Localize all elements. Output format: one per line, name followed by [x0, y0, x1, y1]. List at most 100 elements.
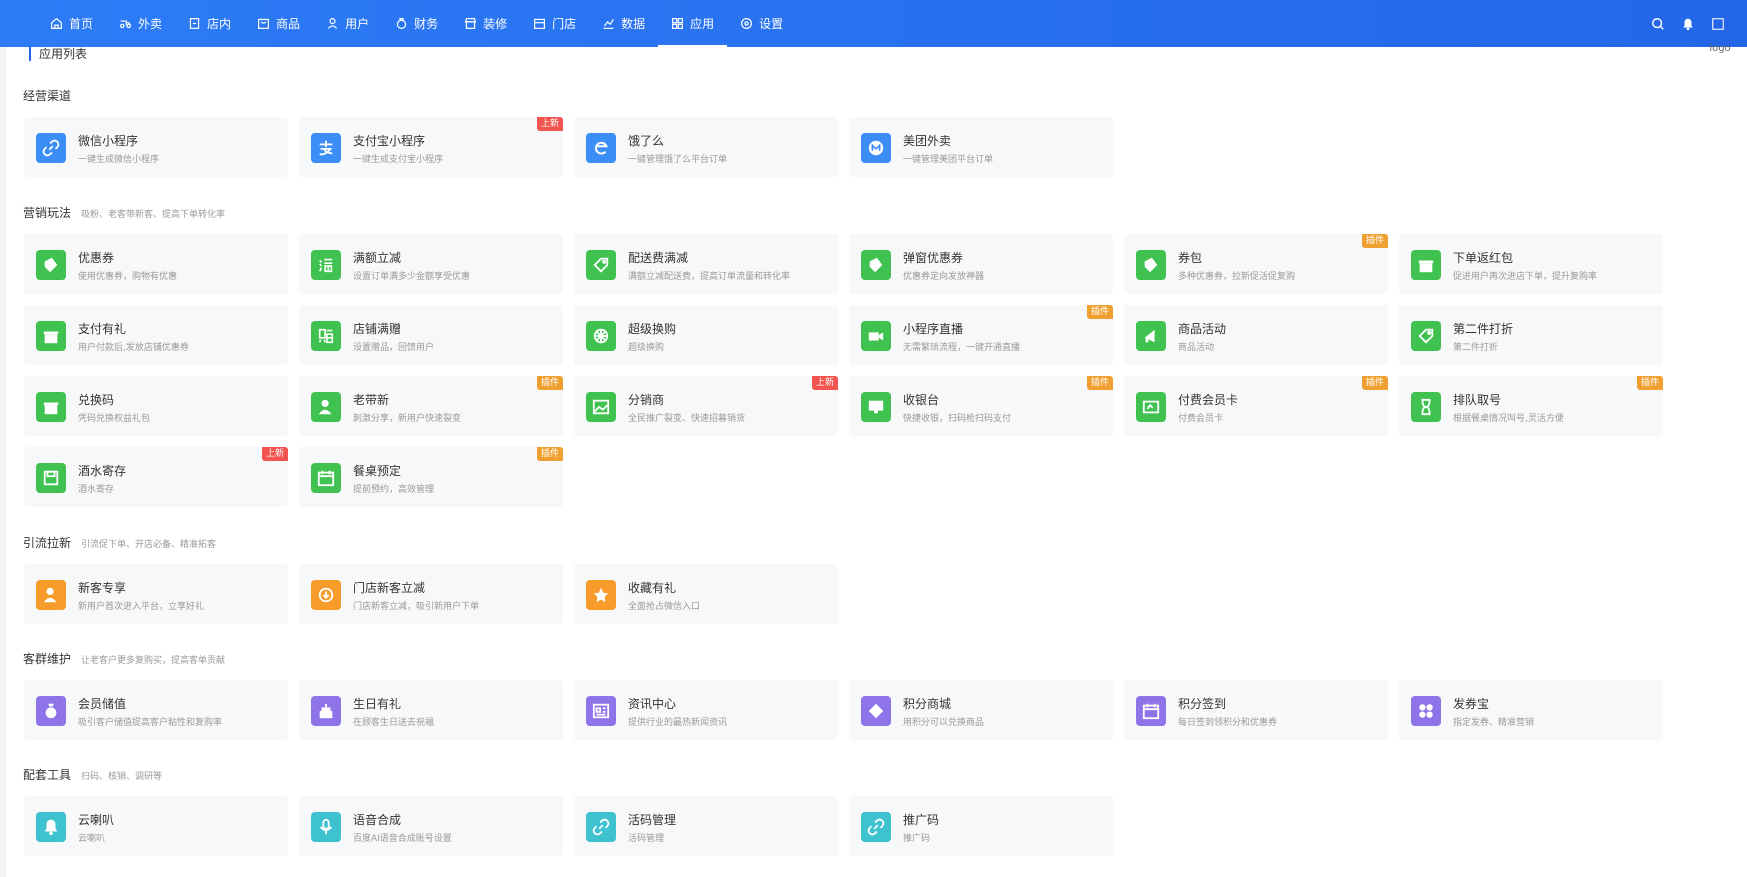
app-card-desc: 凭码兑换权益礼包 [78, 414, 151, 424]
app-card[interactable]: 积分签到 每日签到领积分和优惠券 [1124, 680, 1388, 740]
app-card-desc: 用户付款后,发放店铺优惠券 [78, 343, 189, 353]
app-card[interactable]: 会员储值 吸引客户储值提高客户粘性和复购率 [24, 680, 288, 740]
nav-item-home[interactable]: 首页 [37, 0, 106, 47]
app-card-desc: 无需繁琐流程，一键开通直播 [903, 343, 1021, 353]
app-card-desc: 超级换购 [628, 343, 665, 353]
app-card[interactable]: 餐桌预定 提前预约，高效管理 插件 [299, 447, 563, 507]
nav-label: 首页 [69, 17, 94, 31]
nav-item-finance[interactable]: 财务 [382, 0, 451, 47]
nav-item-settings[interactable]: 设置 [727, 0, 796, 47]
app-card-name: 饿了么 [628, 134, 665, 148]
app-card-name: 发券宝 [1453, 697, 1490, 711]
app-card-desc: 提前预约，高效管理 [353, 485, 435, 495]
app-card[interactable]: 发券宝 指定发券、精准营销 [1399, 680, 1663, 740]
app-card-desc: 用积分可以兑换商品 [903, 718, 985, 728]
avatar[interactable] [1711, 17, 1725, 31]
app-card[interactable]: 语音合成 百度AI语音合成账号设置 [299, 796, 563, 856]
search-icon[interactable] [1651, 17, 1665, 31]
app-card-desc: 付费会员卡 [1178, 414, 1224, 424]
bell-icon[interactable] [1681, 17, 1695, 31]
monitor-icon [861, 392, 891, 422]
app-card[interactable]: 美团外卖 一键管理美团平台订单 [849, 117, 1113, 177]
save-icon [36, 463, 66, 493]
app-card[interactable]: 第二件打折 第二件打折 [1399, 305, 1663, 365]
zhi-icon [311, 133, 341, 163]
app-card[interactable]: 收藏有礼 全面抢占微信入口 [574, 564, 838, 624]
app-card[interactable]: 店铺满赠 设置赠品，回馈用户 [299, 305, 563, 365]
app-card-desc: 满额立减配送费，提高订单流量和转化率 [628, 272, 791, 282]
shop-icon [533, 17, 546, 30]
app-card[interactable]: 酒水寄存 酒水寄存 上新 [24, 447, 288, 507]
app-card[interactable]: 活码管理 活码管理 [574, 796, 838, 856]
nav-item-delivery[interactable]: 外卖 [106, 0, 175, 47]
header-actions [1651, 0, 1725, 47]
app-card[interactable]: 券包 多种优惠券，拉新促活促复购 插件 [1124, 234, 1388, 294]
app-card[interactable]: 收银台 快捷收银，扫码枪扫码支付 插件 [849, 376, 1113, 436]
goods-icon [257, 17, 270, 30]
app-card-desc: 促进用户再次进店下单，提升复购率 [1453, 272, 1598, 282]
app-card-desc: 提供行业的最热新闻资讯 [628, 718, 728, 728]
app-card[interactable]: 资讯中心 提供行业的最热新闻资讯 [574, 680, 838, 740]
app-card-name: 排队取号 [1453, 393, 1502, 407]
app-card[interactable]: 云喇叭 云喇叭 [24, 796, 288, 856]
app-card-name: 支付宝小程序 [353, 134, 426, 148]
nav-item-goods[interactable]: 商品 [244, 0, 313, 47]
app-card-desc: 快捷收银，扫码枪扫码支付 [903, 414, 1012, 424]
app-card[interactable]: 支付宝小程序 一键生成支付宝小程序 上新 [299, 117, 563, 177]
nav-item-store-inside[interactable]: 店内 [175, 0, 244, 47]
app-card-name: 收藏有礼 [628, 581, 677, 595]
app-card-name: 生日有礼 [353, 697, 402, 711]
section-subtitle: 引流促下单、开店必备、精准拓客 [81, 540, 217, 550]
app-card-desc: 一键管理美团平台订单 [903, 155, 994, 165]
app-card[interactable]: 门店新客立减 门店新客立减，吸引新用户下单 [299, 564, 563, 624]
app-card[interactable]: 优惠券 使用优惠券，购物有优惠 [24, 234, 288, 294]
app-card-name: 活码管理 [628, 813, 677, 827]
app-card-name: 第二件打折 [1453, 322, 1514, 336]
app-card[interactable]: 弹窗优惠券 优惠券定向发放神器 [849, 234, 1113, 294]
app-card[interactable]: 排队取号 根据餐桌情况叫号,灵活方便 插件 [1399, 376, 1663, 436]
finance-icon [395, 17, 408, 30]
app-card[interactable]: 支付有礼用户付款后,发放店铺优惠券 [24, 305, 288, 365]
nav-label: 应用 [690, 17, 715, 31]
app-card-name: 满额立减 [353, 251, 402, 265]
app-card[interactable]: 下单返红包 促进用户再次进店下单，提升复购率 [1399, 234, 1663, 294]
app-card[interactable]: 微信小程序 一键生成微信小程序 [24, 117, 288, 177]
section-subtitle: 扫码、核销、调研等 [81, 772, 163, 782]
app-card[interactable]: 满额立减 设置订单满多少金额享受优惠 [299, 234, 563, 294]
zeng-icon [311, 321, 341, 351]
app-card[interactable]: 分销商 全民推广裂变、快速招募销货 上新 [574, 376, 838, 436]
nav-item-data[interactable]: 数据 [589, 0, 658, 47]
plugin-badge: 插件 [1086, 305, 1113, 319]
app-card-name: 分销商 [628, 393, 665, 407]
section-subtitle: 让老客户更多复购买，提高客单贡献 [81, 656, 226, 666]
app-card-desc: 全民推广裂变、快速招募销货 [628, 414, 746, 424]
decoration-icon [464, 17, 477, 30]
app-card-desc: 使用优惠券，购物有优惠 [78, 272, 178, 282]
app-card[interactable]: 积分商城 用积分可以兑换商品 [849, 680, 1113, 740]
nav-item-shop[interactable]: 门店 [520, 0, 589, 47]
app-card-desc: 活码管理 [628, 834, 665, 844]
app-card[interactable]: 生日有礼 在顾客生日送去祝福 [299, 680, 563, 740]
app-card-name: 收银台 [903, 393, 940, 407]
app-card[interactable]: 小程序直播 无需繁琐流程，一键开通直播 插件 [849, 305, 1113, 365]
nav-item-user[interactable]: 用户 [313, 0, 382, 47]
app-card-name: 支付有礼 [78, 322, 127, 336]
app-card[interactable]: 老带新 刺激分享，新用户快速裂变 插件 [299, 376, 563, 436]
app-card[interactable]: 新客专享 新用户首次进入平台，立享好礼 [24, 564, 288, 624]
app-card[interactable]: 兑换码 凭码兑换权益礼包 [24, 376, 288, 436]
app-card[interactable]: 付费会员卡 付费会员卡 插件 [1124, 376, 1388, 436]
nav-item-decoration[interactable]: 装修 [451, 0, 520, 47]
app-card-name: 门店新客立减 [353, 581, 426, 595]
section-title-retention: 客群维护 让老客户更多复购买，提高客单贡献 [23, 652, 226, 666]
nav-label: 外卖 [138, 17, 163, 31]
app-card[interactable]: 配送费满减 满额立减配送费，提高订单流量和转化率 [574, 234, 838, 294]
nav-item-apps[interactable]: 应用 [658, 0, 728, 47]
app-card-desc: 每日签到领积分和优惠券 [1178, 718, 1278, 728]
app-card[interactable]: 饿了么 一键管理饿了么平台订单 [574, 117, 838, 177]
nav-label: 数据 [621, 17, 646, 31]
card-icon [1136, 392, 1166, 422]
app-card[interactable]: 超级换购 超级换购 [574, 305, 838, 365]
app-card[interactable]: 推广码 推广码 [849, 796, 1113, 856]
app-card[interactable]: 商品活动 商品活动 [1124, 305, 1388, 365]
app-card-name: 酒水寄存 [78, 464, 127, 478]
